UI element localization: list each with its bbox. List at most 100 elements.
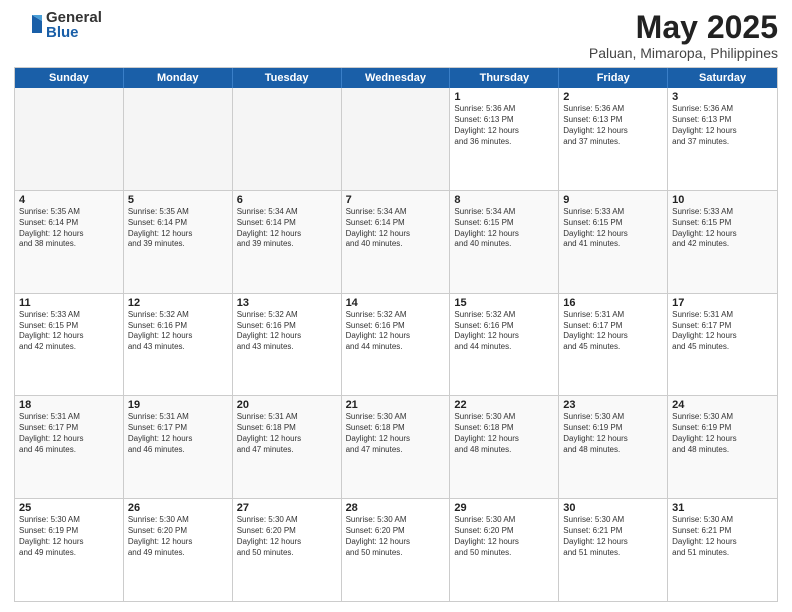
calendar-week-1: 1Sunrise: 5:36 AM Sunset: 6:13 PM Daylig… (15, 88, 777, 191)
weekday-header-wednesday: Wednesday (342, 68, 451, 88)
cell-sun-info: Sunrise: 5:34 AM Sunset: 6:15 PM Dayligh… (454, 207, 554, 250)
day-number: 29 (454, 502, 554, 514)
calendar-cell: 2Sunrise: 5:36 AM Sunset: 6:13 PM Daylig… (559, 88, 668, 190)
calendar-cell: 30Sunrise: 5:30 AM Sunset: 6:21 PM Dayli… (559, 499, 668, 601)
day-number: 18 (19, 399, 119, 411)
weekday-header-friday: Friday (559, 68, 668, 88)
cell-sun-info: Sunrise: 5:30 AM Sunset: 6:21 PM Dayligh… (672, 515, 773, 558)
weekday-header-sunday: Sunday (15, 68, 124, 88)
calendar: SundayMondayTuesdayWednesdayThursdayFrid… (14, 67, 778, 602)
cell-sun-info: Sunrise: 5:31 AM Sunset: 6:18 PM Dayligh… (237, 412, 337, 455)
cell-sun-info: Sunrise: 5:33 AM Sunset: 6:15 PM Dayligh… (563, 207, 663, 250)
cell-sun-info: Sunrise: 5:32 AM Sunset: 6:16 PM Dayligh… (237, 310, 337, 353)
cell-sun-info: Sunrise: 5:30 AM Sunset: 6:21 PM Dayligh… (563, 515, 663, 558)
day-number: 17 (672, 297, 773, 309)
header: General Blue May 2025 Paluan, Mimaropa, … (14, 10, 778, 61)
day-number: 16 (563, 297, 663, 309)
calendar-cell (15, 88, 124, 190)
calendar-cell: 11Sunrise: 5:33 AM Sunset: 6:15 PM Dayli… (15, 294, 124, 396)
cell-sun-info: Sunrise: 5:35 AM Sunset: 6:14 PM Dayligh… (128, 207, 228, 250)
day-number: 31 (672, 502, 773, 514)
cell-sun-info: Sunrise: 5:30 AM Sunset: 6:19 PM Dayligh… (563, 412, 663, 455)
day-number: 4 (19, 194, 119, 206)
day-number: 23 (563, 399, 663, 411)
day-number: 30 (563, 502, 663, 514)
day-number: 5 (128, 194, 228, 206)
calendar-cell: 27Sunrise: 5:30 AM Sunset: 6:20 PM Dayli… (233, 499, 342, 601)
cell-sun-info: Sunrise: 5:31 AM Sunset: 6:17 PM Dayligh… (128, 412, 228, 455)
cell-sun-info: Sunrise: 5:30 AM Sunset: 6:20 PM Dayligh… (346, 515, 446, 558)
calendar-cell (342, 88, 451, 190)
calendar-week-2: 4Sunrise: 5:35 AM Sunset: 6:14 PM Daylig… (15, 191, 777, 294)
day-number: 3 (672, 91, 773, 103)
day-number: 25 (19, 502, 119, 514)
calendar-body: 1Sunrise: 5:36 AM Sunset: 6:13 PM Daylig… (15, 88, 777, 601)
calendar-cell: 13Sunrise: 5:32 AM Sunset: 6:16 PM Dayli… (233, 294, 342, 396)
day-number: 1 (454, 91, 554, 103)
calendar-cell: 1Sunrise: 5:36 AM Sunset: 6:13 PM Daylig… (450, 88, 559, 190)
calendar-cell: 15Sunrise: 5:32 AM Sunset: 6:16 PM Dayli… (450, 294, 559, 396)
day-number: 6 (237, 194, 337, 206)
cell-sun-info: Sunrise: 5:35 AM Sunset: 6:14 PM Dayligh… (19, 207, 119, 250)
calendar-cell: 3Sunrise: 5:36 AM Sunset: 6:13 PM Daylig… (668, 88, 777, 190)
calendar-cell: 22Sunrise: 5:30 AM Sunset: 6:18 PM Dayli… (450, 396, 559, 498)
page: General Blue May 2025 Paluan, Mimaropa, … (0, 0, 792, 612)
cell-sun-info: Sunrise: 5:36 AM Sunset: 6:13 PM Dayligh… (672, 104, 773, 147)
calendar-cell (233, 88, 342, 190)
cell-sun-info: Sunrise: 5:30 AM Sunset: 6:20 PM Dayligh… (237, 515, 337, 558)
day-number: 20 (237, 399, 337, 411)
cell-sun-info: Sunrise: 5:30 AM Sunset: 6:18 PM Dayligh… (454, 412, 554, 455)
calendar-cell: 18Sunrise: 5:31 AM Sunset: 6:17 PM Dayli… (15, 396, 124, 498)
cell-sun-info: Sunrise: 5:36 AM Sunset: 6:13 PM Dayligh… (454, 104, 554, 147)
weekday-header-thursday: Thursday (450, 68, 559, 88)
day-number: 2 (563, 91, 663, 103)
calendar-cell: 21Sunrise: 5:30 AM Sunset: 6:18 PM Dayli… (342, 396, 451, 498)
cell-sun-info: Sunrise: 5:30 AM Sunset: 6:18 PM Dayligh… (346, 412, 446, 455)
calendar-cell: 26Sunrise: 5:30 AM Sunset: 6:20 PM Dayli… (124, 499, 233, 601)
day-number: 27 (237, 502, 337, 514)
calendar-cell: 10Sunrise: 5:33 AM Sunset: 6:15 PM Dayli… (668, 191, 777, 293)
logo-icon (14, 11, 42, 39)
cell-sun-info: Sunrise: 5:32 AM Sunset: 6:16 PM Dayligh… (346, 310, 446, 353)
day-number: 21 (346, 399, 446, 411)
logo-general-text: General (46, 10, 102, 25)
cell-sun-info: Sunrise: 5:32 AM Sunset: 6:16 PM Dayligh… (128, 310, 228, 353)
calendar-cell: 5Sunrise: 5:35 AM Sunset: 6:14 PM Daylig… (124, 191, 233, 293)
calendar-cell: 8Sunrise: 5:34 AM Sunset: 6:15 PM Daylig… (450, 191, 559, 293)
calendar-cell: 23Sunrise: 5:30 AM Sunset: 6:19 PM Dayli… (559, 396, 668, 498)
calendar-cell: 19Sunrise: 5:31 AM Sunset: 6:17 PM Dayli… (124, 396, 233, 498)
cell-sun-info: Sunrise: 5:30 AM Sunset: 6:20 PM Dayligh… (454, 515, 554, 558)
calendar-cell: 4Sunrise: 5:35 AM Sunset: 6:14 PM Daylig… (15, 191, 124, 293)
day-number: 11 (19, 297, 119, 309)
calendar-cell: 12Sunrise: 5:32 AM Sunset: 6:16 PM Dayli… (124, 294, 233, 396)
calendar-week-3: 11Sunrise: 5:33 AM Sunset: 6:15 PM Dayli… (15, 294, 777, 397)
cell-sun-info: Sunrise: 5:34 AM Sunset: 6:14 PM Dayligh… (346, 207, 446, 250)
day-number: 10 (672, 194, 773, 206)
cell-sun-info: Sunrise: 5:30 AM Sunset: 6:19 PM Dayligh… (19, 515, 119, 558)
calendar-cell: 9Sunrise: 5:33 AM Sunset: 6:15 PM Daylig… (559, 191, 668, 293)
calendar-cell (124, 88, 233, 190)
logo-blue-text: Blue (46, 25, 102, 40)
day-number: 28 (346, 502, 446, 514)
day-number: 7 (346, 194, 446, 206)
calendar-cell: 14Sunrise: 5:32 AM Sunset: 6:16 PM Dayli… (342, 294, 451, 396)
cell-sun-info: Sunrise: 5:31 AM Sunset: 6:17 PM Dayligh… (563, 310, 663, 353)
day-number: 9 (563, 194, 663, 206)
day-number: 26 (128, 502, 228, 514)
cell-sun-info: Sunrise: 5:30 AM Sunset: 6:20 PM Dayligh… (128, 515, 228, 558)
calendar-header: SundayMondayTuesdayWednesdayThursdayFrid… (15, 68, 777, 88)
cell-sun-info: Sunrise: 5:33 AM Sunset: 6:15 PM Dayligh… (19, 310, 119, 353)
day-number: 12 (128, 297, 228, 309)
title-block: May 2025 Paluan, Mimaropa, Philippines (589, 10, 778, 61)
day-number: 13 (237, 297, 337, 309)
calendar-cell: 16Sunrise: 5:31 AM Sunset: 6:17 PM Dayli… (559, 294, 668, 396)
calendar-cell: 24Sunrise: 5:30 AM Sunset: 6:19 PM Dayli… (668, 396, 777, 498)
cell-sun-info: Sunrise: 5:31 AM Sunset: 6:17 PM Dayligh… (19, 412, 119, 455)
cell-sun-info: Sunrise: 5:33 AM Sunset: 6:15 PM Dayligh… (672, 207, 773, 250)
day-number: 22 (454, 399, 554, 411)
calendar-cell: 31Sunrise: 5:30 AM Sunset: 6:21 PM Dayli… (668, 499, 777, 601)
cell-sun-info: Sunrise: 5:34 AM Sunset: 6:14 PM Dayligh… (237, 207, 337, 250)
calendar-week-5: 25Sunrise: 5:30 AM Sunset: 6:19 PM Dayli… (15, 499, 777, 601)
calendar-cell: 25Sunrise: 5:30 AM Sunset: 6:19 PM Dayli… (15, 499, 124, 601)
weekday-header-saturday: Saturday (668, 68, 777, 88)
